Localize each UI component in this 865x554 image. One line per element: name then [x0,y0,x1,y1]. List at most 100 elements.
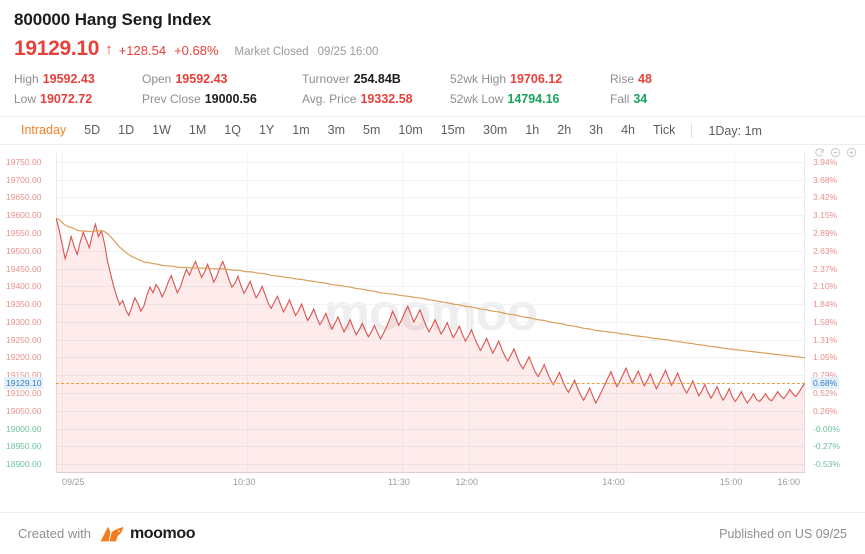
quote-stats: High 19592.43 Low 19072.72 Open 19592.43 Pr… [0,72,865,107]
y-axis-tick-percent: -0.27% [813,441,840,452]
stat-high: High 19592.43 [14,72,142,87]
y-axis-tick-percent: 2.37% [813,263,838,274]
stat-value: 19332.58 [360,92,413,106]
stats-column-2: Open 19592.43 Prev Close 19000.56 [142,72,302,107]
brand-name: moomoo [129,524,196,542]
tab-5m[interactable]: 5m [354,117,389,144]
zoom-in-icon[interactable] [846,147,857,158]
tab-divider [691,123,693,138]
y-axis-tick-percent: 3.94% [813,156,838,167]
stat-label: Fall [610,92,630,106]
y-axis-tick-price: 19550.00 [6,228,42,238]
price-area-fill [56,218,805,473]
stat-value: 19000.56 [204,92,257,106]
page-title: 800000 Hang Seng Index [14,10,212,29]
period-indicator[interactable]: 1Day: 1m [699,124,771,138]
stat-turnover: Turnover 254.84B [302,72,450,87]
quote-header: 800000 Hang Seng Index 19129.10 ↑ +128.5… [0,0,865,65]
stat-label: Rise [610,72,635,86]
current-price-line [56,382,805,384]
price-series-svg [56,217,805,473]
created-with: Created with moomoo [18,524,196,544]
tab-1q[interactable]: 1Q [215,117,250,144]
stat-label: Prev Close [142,92,201,106]
tab-1h[interactable]: 1h [516,117,548,144]
y-axis-tick-price: 18900.00 [6,459,42,470]
timeframe-tabbar[interactable]: Intraday 5D 1D 1W 1M 1Q 1Y 1m 3m 5m 10m 15m 30m 1h 2h 3… [0,116,865,145]
tab-2h[interactable]: 2h [548,117,580,144]
tab-1y[interactable]: 1Y [250,117,283,144]
tab-1m[interactable]: 1m [283,117,318,144]
y-axis-tick-percent: 3.68% [813,174,838,185]
stat-label: Open [142,72,172,86]
y-axis-tick-price: 19600.00 [6,210,42,221]
y-axis-tick-price: 19200.00 [6,352,42,363]
tab-1m[interactable]: 1M [180,117,215,144]
stat-low: Low 19072.72 [14,92,142,107]
stat-rise: Rise 48 [610,72,720,87]
footer: Created with moomoo Published on US 09/2… [0,512,865,554]
stat-value: 48 [638,72,652,86]
tab-30m[interactable]: 30m [474,117,516,144]
stat-value: 14794.16 [507,92,560,106]
current-percent-tag: 0.68% [811,376,840,389]
stat-prev-close: Prev Close 19000.56 [142,92,302,107]
price-direction-up-icon: ↑ [105,41,113,58]
market-status: Market Closed [234,46,309,58]
x-axis-tick: 15:00 [719,477,743,487]
y-axis-tick-price: 19250.00 [6,334,42,345]
y-axis-tick-percent: 2.63% [813,245,838,256]
tab-1w[interactable]: 1W [143,117,180,144]
chart-area: 19750.00 19700.00 19650.00 19600.00 19550.00… [0,145,865,501]
stat-label: High [14,72,39,86]
brand-logo: moomoo [99,524,196,544]
y-axis-tick-percent: -0.00% [813,423,840,434]
y-axis-tick-percent: 1.31% [813,334,838,345]
y-axis-tick-percent: 3.15% [813,210,838,221]
last-price: 19129.10 [14,37,100,60]
stat-52wk-low: 52wk Low 14794.16 [450,92,610,107]
stat-value: 19592.43 [42,72,95,86]
tab-3m[interactable]: 3m [319,117,354,144]
y-axis-tick-price: 19750.00 [6,156,42,167]
tab-tick[interactable]: Tick [644,117,684,144]
zoom-out-icon[interactable] [830,147,841,158]
y-axis-tick-percent: 0.26% [813,405,838,416]
tab-intraday[interactable]: Intraday [12,117,75,144]
stat-avg-price: Avg. Price 19332.58 [302,92,450,107]
tab-5d[interactable]: 5D [75,117,109,144]
y-axis-tick-price: 19450.00 [6,263,42,274]
y-axis-tick-price: 19650.00 [6,192,42,203]
tab-15m[interactable]: 15m [432,117,474,144]
x-axis-tick: 11:30 [388,477,410,487]
x-axis-time: 09/25 10:30 11:30 12:00 14:00 15:00 16:00 [56,475,805,495]
refresh-icon[interactable] [814,147,825,158]
moomoo-bull-icon [100,526,124,541]
stat-52wk-high: 52wk High 19706.12 [450,72,610,87]
y-axis-percent: 3.94% 3.68% 3.42% 3.15% 2.89% 2.63% 2.37% 2.10%… [805,153,865,473]
price-row: 19129.10 ↑ +128.54 +0.68% Market Closed … [14,36,851,65]
y-axis-tick-price: 19500.00 [6,245,42,256]
chart-tool-icons[interactable] [814,147,857,158]
stat-label: 52wk High [450,72,507,86]
y-axis-tick-price: 19300.00 [6,316,42,327]
stat-open: Open 19592.43 [142,72,302,87]
stat-label: 52wk Low [450,92,504,106]
x-axis-tick: 10:30 [232,477,256,487]
y-axis-tick-price: 19400.00 [6,281,42,292]
y-axis-tick-percent: 1.05% [813,352,838,363]
tab-3h[interactable]: 3h [580,117,612,144]
stat-value: 34 [633,92,648,106]
y-axis-tick-price: 19700.00 [6,174,42,185]
stat-value: 19072.72 [40,92,93,106]
tab-4h[interactable]: 4h [612,117,644,144]
tab-10m[interactable]: 10m [389,117,431,144]
y-axis-tick-price: 18950.00 [6,441,42,452]
x-axis-tick: 14:00 [602,477,625,487]
plot-canvas[interactable]: moomoo [56,153,805,473]
published-label: Published on US 09/25 [719,526,847,541]
price-change-percent: +0.68% [174,43,219,58]
stats-column-4: 52wk High 19706.12 52wk Low 14794.16 [450,72,610,107]
y-axis-tick-percent: 1.58% [813,316,838,327]
tab-1d[interactable]: 1D [109,117,143,144]
